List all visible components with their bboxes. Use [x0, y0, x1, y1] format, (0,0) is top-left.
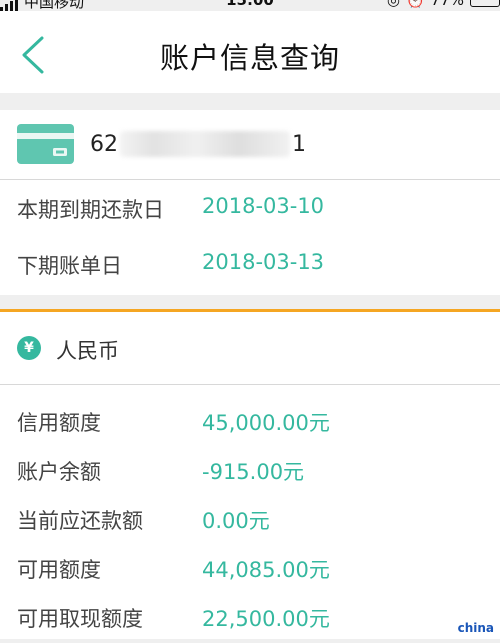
- available-credit-label: 可用额度: [17, 558, 101, 582]
- credit-limit-label: 信用额度: [17, 411, 101, 435]
- next-bill-value: 2018-03-13: [202, 250, 325, 274]
- amount-due-value: 0.00元: [202, 509, 270, 533]
- yuan-icon: ¥: [17, 336, 41, 360]
- lock-rotation-icon: ◎: [386, 0, 400, 9]
- currency-label: 人民币: [56, 339, 119, 363]
- amount-list: 信用额度 45,000.00元 账户余额 -915.00元 当前应还款额 0.0…: [0, 385, 500, 642]
- cash-advance-limit-row: 可用取现额度 22,500.00元: [0, 593, 500, 642]
- due-date-label: 本期到期还款日: [17, 198, 164, 222]
- account-balance-value: -915.00元: [202, 460, 305, 484]
- available-credit-row: 可用额度 44,085.00元: [0, 544, 500, 593]
- card-number-suffix: 1: [292, 131, 306, 157]
- bank-card-icon: [17, 124, 74, 164]
- watermark: china: [457, 621, 494, 635]
- card-number-mask: [120, 131, 290, 157]
- alarm-icon: ⏰: [405, 0, 425, 9]
- card-row[interactable]: 62 1: [0, 110, 500, 180]
- account-balance-row: 账户余额 -915.00元: [0, 446, 500, 495]
- amount-due-label: 当前应还款额: [17, 509, 143, 533]
- page-title: 账户信息查询: [159, 41, 340, 75]
- next-bill-label: 下期账单日: [17, 254, 122, 278]
- battery-percent: 77%: [430, 0, 464, 9]
- credit-limit-value: 45,000.00元: [202, 411, 330, 435]
- card-number: 62 1: [90, 128, 306, 160]
- amount-due-row: 当前应还款额 0.00元: [0, 495, 500, 544]
- card-number-prefix: 62: [90, 131, 118, 157]
- status-bar: 中国移动 ◠ 15:00 ◎ ⏰ 77%: [0, 0, 500, 12]
- due-date-row: 本期到期还款日 2018-03-10: [0, 180, 500, 236]
- status-right: ◎ ⏰ 77%: [387, 0, 500, 9]
- available-credit-value: 44,085.00元: [202, 558, 330, 582]
- nav-bar: 账户信息查询: [0, 11, 500, 93]
- cash-advance-limit-value: 22,500.00元: [202, 607, 330, 631]
- card-section: 62 1 本期到期还款日 2018-03-10 下期账单日 2018-03-13: [0, 110, 500, 295]
- due-date-value: 2018-03-10: [202, 194, 325, 218]
- credit-limit-row: 信用额度 45,000.00元: [0, 397, 500, 446]
- account-balance-label: 账户余额: [17, 460, 101, 484]
- cash-advance-limit-label: 可用取现额度: [17, 607, 143, 631]
- battery-icon: [470, 0, 500, 7]
- currency-section: ¥ 人民币 信用额度 45,000.00元 账户余额 -915.00元 当前应还…: [0, 309, 500, 639]
- currency-header: ¥ 人民币: [0, 312, 500, 385]
- next-bill-row: 下期账单日 2018-03-13: [0, 236, 500, 292]
